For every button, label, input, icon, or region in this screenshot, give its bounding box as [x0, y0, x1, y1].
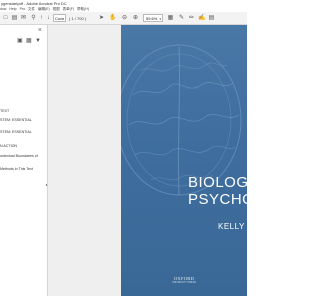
menu-item-form[interactable]: 表单(F) [63, 7, 74, 11]
search-icon[interactable]: ⚲ [30, 15, 37, 22]
window-title: ygenstartpdf - Adobe Acrobat Pro DC [1, 1, 67, 6]
hand-tool-icon[interactable]: ✋ [109, 15, 116, 22]
new-bookmark-icon[interactable]: ▦ [26, 38, 32, 45]
page-up-icon[interactable]: ↑ [38, 15, 45, 22]
main-toolbar: □ ▤ ✉ ⚲ ↑ ↓ Cove ( 1 / 700 ) ➤ ✋ ⊖ ⊕ 59.… [0, 12, 247, 25]
mail-icon[interactable]: ✉ [20, 15, 27, 22]
menu-item-pro[interactable]: Pro [20, 7, 25, 11]
fit-page-icon[interactable]: ▦ [167, 15, 174, 22]
window-titlebar: ygenstartpdf - Adobe Acrobat Pro DC [0, 0, 247, 7]
save-icon[interactable]: □ [2, 15, 9, 22]
page-number-input[interactable]: Cove [53, 14, 66, 22]
print-icon[interactable]: ▤ [11, 15, 18, 22]
bookmark-item[interactable]: STEM: ESSENTIAL [0, 118, 32, 123]
menu-item-file[interactable]: 文件 [28, 7, 35, 11]
bookmark-item[interactable]: N ACTION [0, 144, 17, 149]
share-icon[interactable]: ▤ [208, 15, 215, 22]
zoom-out-icon[interactable]: ⊖ [121, 15, 128, 22]
bookmark-item[interactable]: Methods in This Text [0, 167, 33, 172]
menu-item-edit[interactable]: 编辑(E) [38, 7, 50, 11]
page-down-icon[interactable]: ↓ [45, 15, 52, 22]
sign-icon[interactable]: ✍ [198, 15, 205, 22]
book-author: KELLY LA [218, 222, 247, 231]
document-view[interactable]: BIOLOGI PSYCHOLO KELLY LA OXFORD UNIVERS… [48, 25, 247, 296]
zoom-level-value: 59.6% [146, 16, 158, 21]
highlight-icon[interactable]: ✏ [188, 15, 195, 22]
bookmark-item[interactable]: ontextual Boundaries of [0, 154, 38, 159]
zoom-level-input[interactable]: 59.6% ▾ [143, 14, 163, 22]
menu-item-window[interactable]: dow [0, 7, 6, 11]
zoom-in-icon[interactable]: ⊕ [132, 15, 139, 22]
book-title-line1: BIOLOGI [188, 174, 247, 191]
bookmarks-panel: × ▣ ▦ ▼ TEXT STEM: ESSENTIAL STEM: ESSEN… [0, 25, 48, 296]
menu-item-helpcn[interactable]: 帮助(H) [77, 7, 89, 11]
menu-item-help[interactable]: Help [9, 7, 16, 11]
close-icon[interactable]: × [38, 27, 42, 34]
bookmark-item[interactable]: TEXT [0, 109, 9, 114]
book-title-line2: PSYCHOLO [188, 191, 247, 208]
publisher-subname: UNIVERSITY PRESS [171, 281, 197, 284]
page-count: ( 1 / 700 ) [69, 16, 87, 21]
menu-item-view[interactable]: 视图 [53, 7, 60, 11]
bookmarks-toolbar: ▣ ▦ ▼ [0, 37, 47, 47]
select-cursor-icon[interactable]: ➤ [98, 15, 105, 22]
brain-illustration [121, 44, 242, 196]
comment-icon[interactable]: ✎ [178, 15, 185, 22]
bookmark-item[interactable]: STEM: ESSENTIAL [0, 130, 32, 135]
bookmark-icon[interactable]: ▼ [35, 38, 41, 45]
chevron-down-icon[interactable]: ▾ [159, 15, 161, 23]
publisher-logo: OXFORD UNIVERSITY PRESS [166, 276, 202, 284]
delete-bookmark-icon[interactable]: ▣ [17, 38, 23, 45]
book-cover-page: BIOLOGI PSYCHOLO KELLY LA OXFORD UNIVERS… [121, 25, 247, 296]
